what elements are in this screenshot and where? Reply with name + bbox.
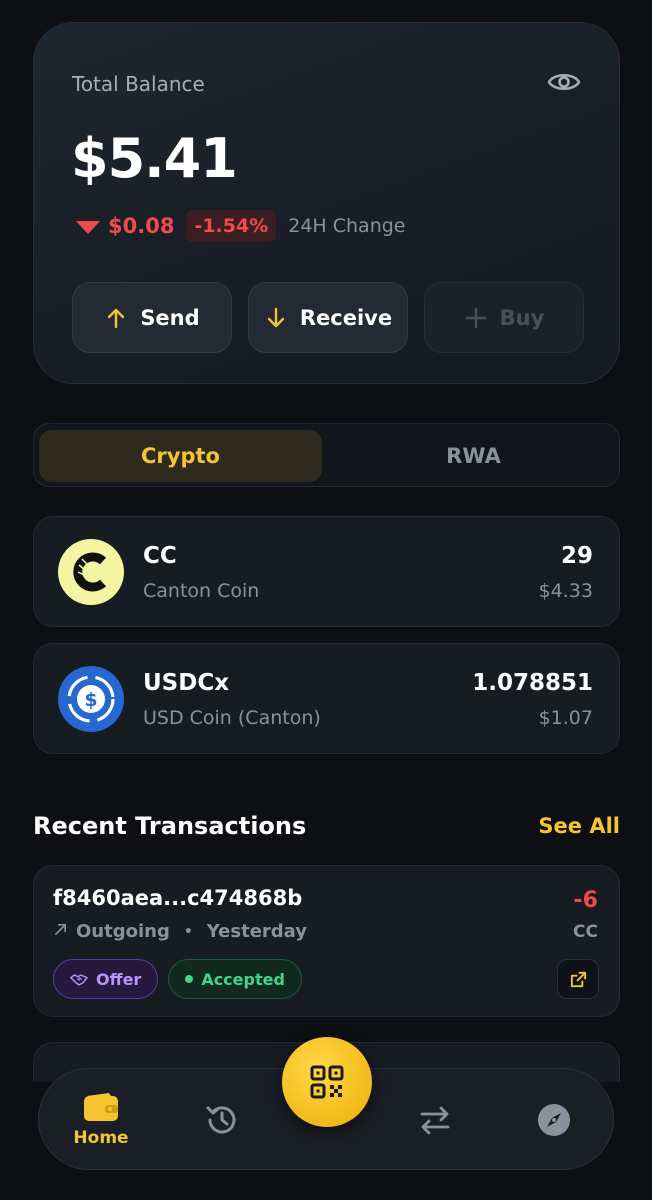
- change-row: $0.08 -1.54% 24H Change: [76, 209, 406, 243]
- status-badge-label: Accepted: [201, 969, 285, 989]
- transaction-card[interactable]: f8460aea...c474868b Outgoing • Yesterday…: [33, 865, 620, 1017]
- asset-value: $4.33: [538, 580, 593, 602]
- svg-text:$: $: [84, 689, 97, 711]
- recent-transactions-title: Recent Transactions: [33, 812, 307, 840]
- send-label: Send: [140, 305, 200, 330]
- transaction-amount: -6: [573, 888, 598, 913]
- separator-dot: •: [183, 923, 193, 940]
- scan-qr-button[interactable]: [282, 1037, 372, 1127]
- arrow-up-icon: [108, 308, 125, 328]
- asset-row-cc[interactable]: CC Canton Coin 29 $4.33: [33, 516, 620, 627]
- asset-name: USD Coin (Canton): [143, 707, 321, 729]
- nav-home[interactable]: Home: [71, 1069, 131, 1171]
- external-link-icon: [570, 971, 586, 987]
- receive-button[interactable]: Receive: [248, 282, 408, 353]
- tab-rwa[interactable]: RWA: [332, 430, 615, 482]
- see-all-link[interactable]: See All: [538, 814, 620, 838]
- transaction-unit: CC: [573, 922, 598, 942]
- offer-badge: Offer: [53, 959, 159, 999]
- external-link-button[interactable]: [557, 959, 599, 999]
- balance-card: Total Balance $5.41 $0.08 -1.54% 24H Cha…: [33, 22, 620, 384]
- compass-icon: [538, 1104, 570, 1136]
- canton-coin-icon: [58, 539, 124, 605]
- transaction-meta: Outgoing • Yesterday: [53, 921, 307, 942]
- offer-badge-label: Offer: [96, 969, 142, 989]
- wallet-icon: [84, 1093, 118, 1121]
- asset-value: $1.07: [538, 707, 593, 729]
- change-amount: $0.08: [108, 214, 175, 238]
- status-dot: [185, 975, 194, 983]
- status-badge: Accepted: [168, 959, 302, 999]
- balance-amount: $5.41: [71, 127, 238, 190]
- change-percent-badge: -1.54%: [186, 210, 277, 242]
- tab-crypto[interactable]: Crypto: [39, 430, 322, 482]
- nav-home-label: Home: [73, 1128, 129, 1148]
- asset-type-tabs: Crypto RWA: [33, 423, 620, 487]
- transaction-direction: Outgoing: [76, 921, 170, 942]
- action-buttons: Send Receive Buy: [72, 282, 584, 353]
- asset-symbol: USDCx: [143, 670, 230, 696]
- history-icon: [206, 1106, 236, 1134]
- asset-symbol: CC: [143, 543, 177, 569]
- handshake-icon: [70, 973, 88, 986]
- asset-quantity: 1.078851: [472, 670, 593, 696]
- asset-name: Canton Coin: [143, 580, 260, 602]
- transaction-badges: Offer Accepted: [53, 959, 302, 999]
- nav-history[interactable]: [202, 1069, 242, 1171]
- total-balance-label: Total Balance: [72, 72, 205, 96]
- wallet-screen: Total Balance $5.41 $0.08 -1.54% 24H Cha…: [0, 0, 652, 1200]
- buy-label: Buy: [499, 305, 545, 330]
- qr-code-icon: [310, 1065, 344, 1099]
- change-label: 24H Change: [288, 215, 406, 237]
- nav-explore[interactable]: [534, 1069, 574, 1171]
- nav-swap[interactable]: [415, 1069, 455, 1171]
- transaction-hash: f8460aea...c474868b: [53, 886, 303, 910]
- plus-icon: [465, 307, 486, 328]
- arrow-down-icon: [267, 307, 285, 327]
- buy-button[interactable]: Buy: [424, 282, 584, 353]
- transaction-date: Yesterday: [206, 921, 308, 942]
- down-triangle-icon: [76, 220, 100, 234]
- send-button[interactable]: Send: [72, 282, 232, 353]
- swap-icon: [420, 1106, 450, 1135]
- usdc-icon: $: [58, 666, 124, 732]
- asset-quantity: 29: [560, 543, 593, 569]
- receive-label: Receive: [299, 305, 393, 330]
- eye-icon[interactable]: [547, 69, 581, 95]
- outgoing-arrow-icon: [53, 921, 68, 942]
- asset-row-usdcx[interactable]: $ USDCx USD Coin (Canton) 1.078851 $1.07: [33, 643, 620, 754]
